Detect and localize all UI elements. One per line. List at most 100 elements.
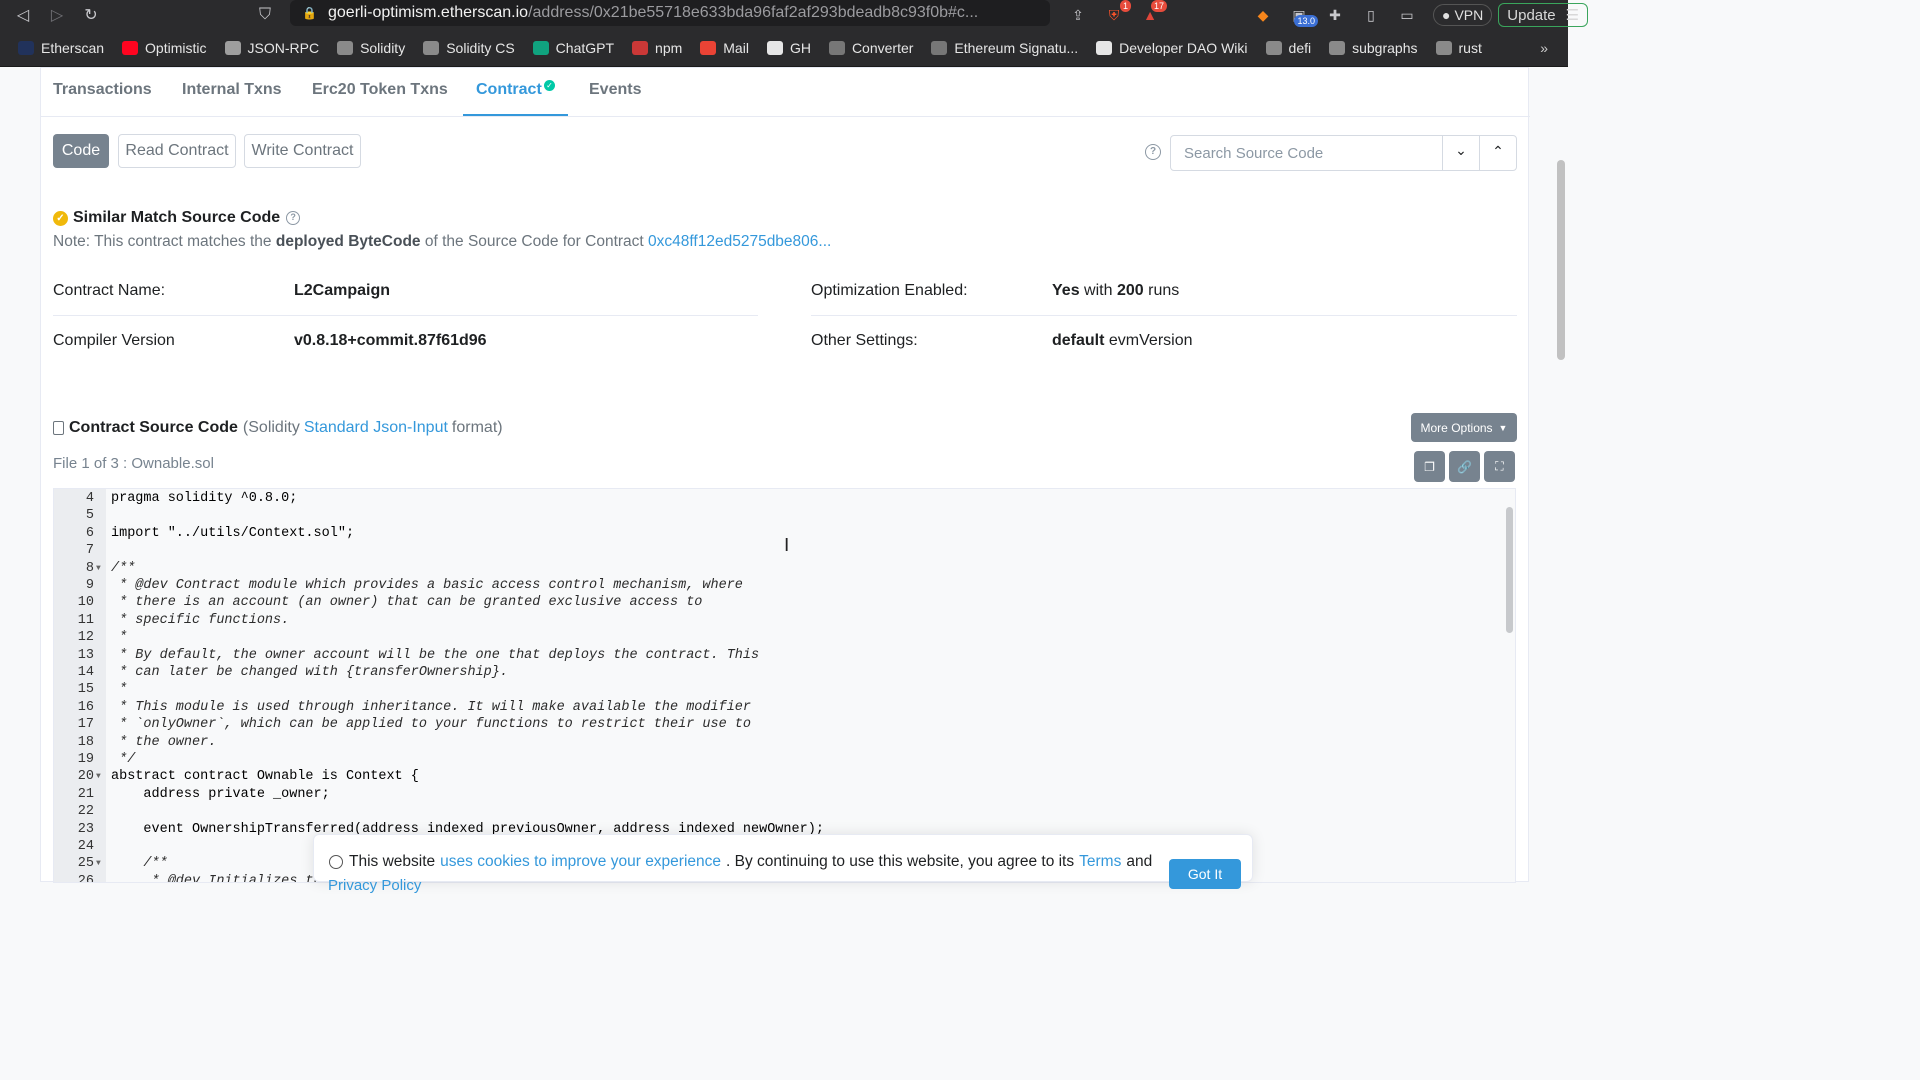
brave-badge: 1: [1119, 0, 1131, 12]
divider: [53, 315, 758, 316]
bookmark-favicon-icon: [423, 41, 440, 55]
forward-icon[interactable]: ▷: [40, 0, 74, 30]
page-scrollbar[interactable]: [1557, 160, 1565, 360]
bookmark-item[interactable]: Converter: [828, 40, 913, 56]
search-input[interactable]: [1171, 136, 1442, 170]
code-line: 6 import "../utils/Context.sol";: [54, 525, 1494, 542]
puzzle-icon[interactable]: ✚: [1320, 3, 1350, 27]
bookmark-favicon-icon: [700, 41, 717, 55]
match-help-icon[interactable]: ?: [286, 211, 301, 225]
bookmark-item[interactable]: Solidity CS: [423, 40, 515, 56]
line-number: 12: [77, 630, 94, 646]
address-bar[interactable]: 🔒 goerli-optimism.etherscan.io/address/0…: [290, 0, 1050, 26]
cookie-mid: . By continuing to use this website, you…: [726, 853, 1075, 870]
code-line: 13 * By default, the owner account will …: [54, 647, 1494, 664]
copy-icon[interactable]: ❐: [1414, 451, 1445, 482]
back-icon[interactable]: ◁: [6, 0, 40, 30]
optimization-value: Yes with 200 runs: [1052, 282, 1179, 300]
tab-erc20-token-txns[interactable]: Erc20 Token Txns: [312, 81, 448, 99]
tab-internal-txns[interactable]: Internal Txns: [182, 81, 282, 99]
standard-json-input-link[interactable]: Standard Json-Input: [304, 419, 448, 437]
bookmark-label: Solidity CS: [446, 40, 515, 56]
code-line: 4 pragma solidity ^0.8.0;: [54, 490, 1494, 507]
line-number: 25: [77, 856, 94, 872]
compiler-label: Compiler Version: [53, 332, 175, 349]
other-rest: evmVersion: [1108, 332, 1193, 349]
bookmark-item[interactable]: GH: [766, 40, 811, 56]
active-tab-underline: [463, 114, 568, 116]
code-line: 21 address private _owner;: [54, 786, 1494, 803]
brave-shield-icon[interactable]: ⛨ 1: [1099, 0, 1131, 27]
fullscreen-icon[interactable]: ⛶: [1484, 451, 1515, 482]
reload-icon[interactable]: ↻: [74, 0, 108, 30]
fold-toggle-icon[interactable]: ▼: [96, 855, 101, 872]
chevron-down-icon[interactable]: ⌄: [1442, 142, 1480, 159]
note-prefix: Note: This contract matches the: [53, 233, 272, 250]
update-button[interactable]: Update ☰: [1498, 3, 1589, 27]
chevron-up-icon[interactable]: ⌃: [1479, 143, 1517, 160]
code-text: * By default, the owner account will be …: [111, 647, 760, 663]
extension-icon[interactable]: ▣13.0: [1284, 3, 1318, 27]
bookmark-item[interactable]: rust: [1435, 40, 1482, 56]
bookmark-item[interactable]: JSON-RPC: [224, 40, 319, 56]
bookmark-item[interactable]: ChatGPT: [532, 40, 614, 56]
fold-toggle-icon[interactable]: ▼: [96, 768, 101, 785]
tab-contract[interactable]: Contract: [476, 81, 542, 99]
code-text: * the owner.: [111, 734, 217, 750]
search-help-icon[interactable]: ?: [1145, 144, 1161, 160]
vpn-button[interactable]: ● VPN: [1433, 4, 1493, 26]
editor-scrollbar[interactable]: [1506, 507, 1513, 633]
url-path: /address/0x21be55718e633bda96faf2af293bd…: [528, 4, 979, 21]
brave-rewards-icon[interactable]: ▲ 17: [1135, 0, 1167, 27]
bookmark-favicon-icon: [224, 41, 241, 55]
line-number: 16: [77, 699, 94, 715]
cookies-link[interactable]: uses cookies to improve your experience: [440, 853, 721, 871]
tab-events[interactable]: Events: [589, 81, 641, 99]
link-icon[interactable]: 🔗: [1449, 451, 1480, 482]
code-text: abstract contract Ownable is Context {: [111, 769, 419, 785]
line-number: 20: [77, 769, 94, 785]
terms-link[interactable]: Terms: [1079, 853, 1121, 871]
more-bookmarks-icon[interactable]: »: [1540, 40, 1548, 56]
matched-contract-link[interactable]: 0xc48ff12ed5275dbe806...: [648, 233, 831, 250]
address-tabs: Transactions Internal Txns Erc20 Token T…: [41, 68, 1530, 117]
write-contract-button[interactable]: Write Contract: [244, 134, 361, 168]
code-text: /**: [111, 856, 168, 872]
optimization-label: Optimization Enabled:: [811, 282, 968, 299]
got-it-button[interactable]: Got It: [1169, 859, 1241, 889]
gold-check-icon: ✓: [53, 210, 68, 226]
wallet-icon[interactable]: ▭: [1392, 3, 1422, 27]
code-text: *: [111, 630, 128, 646]
code-button[interactable]: Code: [53, 134, 109, 168]
bookmark-label: npm: [655, 40, 683, 56]
line-number: 19: [77, 752, 94, 767]
extension-badge: 13.0: [1294, 15, 1318, 27]
bookmark-item[interactable]: defi: [1265, 40, 1311, 56]
bookmark-item[interactable]: npm: [632, 40, 682, 56]
code-text: * specific functions.: [111, 612, 290, 628]
line-number: 5: [85, 508, 94, 524]
bookmark-item[interactable]: Solidity: [337, 40, 405, 56]
read-contract-button[interactable]: Read Contract: [118, 134, 236, 168]
code-text: * there is an account (an owner) that ca…: [111, 595, 703, 611]
contract-name-label: Contract Name:: [53, 282, 166, 299]
bookmark-item[interactable]: Developer DAO Wiki: [1096, 40, 1248, 56]
bookmark-item[interactable]: Optimistic: [122, 40, 207, 56]
bookmark-item[interactable]: Mail: [700, 40, 749, 56]
bookmark-item[interactable]: Etherscan: [18, 40, 104, 56]
privacy-policy-link[interactable]: Privacy Policy: [328, 877, 421, 894]
sidebar-icon[interactable]: ▯: [1356, 3, 1386, 27]
more-options-button[interactable]: More Options ▼: [1411, 413, 1517, 442]
optimization-yes: Yes: [1052, 282, 1080, 299]
bookmark-item[interactable]: subgraphs: [1329, 40, 1418, 56]
share-icon[interactable]: ⇪: [1063, 3, 1093, 27]
bookmark-icon[interactable]: ⛉: [248, 0, 282, 30]
line-number: 18: [77, 734, 94, 750]
tab-transactions[interactable]: Transactions: [53, 81, 152, 99]
metamask-icon[interactable]: ◆: [1248, 3, 1278, 27]
cookie-icon: [329, 855, 343, 869]
fold-toggle-icon[interactable]: ▼: [96, 560, 101, 577]
text-cursor-icon: I: [784, 535, 790, 556]
bookmark-item[interactable]: Ethereum Signatu...: [931, 40, 1078, 56]
line-number: 23: [77, 821, 94, 837]
